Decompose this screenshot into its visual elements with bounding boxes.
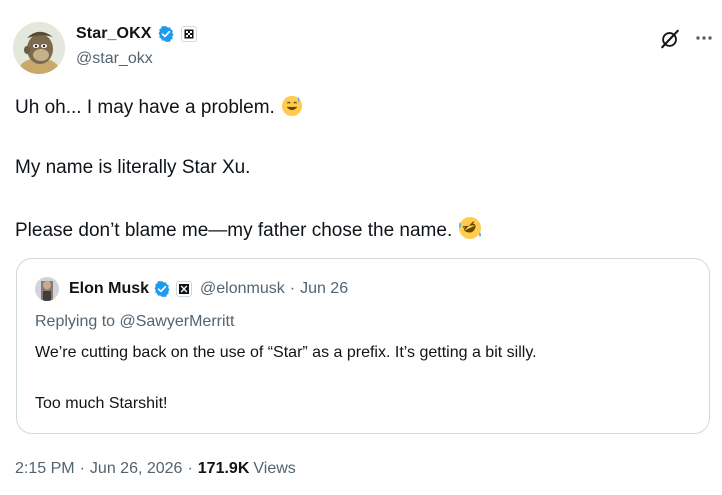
- tweet-text-line: My name is literally Star Xu.: [15, 157, 251, 178]
- grinning-sweat-emoji-icon: [281, 95, 303, 124]
- quoted-text-line: We’re cutting back on the use of “Star” …: [35, 344, 537, 361]
- author-display-name[interactable]: Star_OKX: [76, 25, 152, 43]
- tweet-card: Star_OKX @star_okx Uh oh... I may have a…: [0, 0, 722, 495]
- tweet-text-segment: Please don’t blame me—my father chose th…: [15, 220, 453, 241]
- ape-avatar-icon: [13, 22, 65, 74]
- author-name-row: Star_OKX: [76, 24, 197, 44]
- quoted-author-avatar[interactable]: [35, 277, 59, 301]
- author-avatar[interactable]: [13, 22, 65, 74]
- quoted-tweet[interactable]: Elon Musk @elonmusk · Jun 26 Replying to…: [16, 258, 710, 434]
- separator-dot: ·: [79, 460, 85, 477]
- tweet-text-line: Uh oh... I may have a problem.: [15, 95, 303, 124]
- more-icon[interactable]: [694, 28, 714, 48]
- tweet-text-segment: Uh oh... I may have a problem.: [15, 97, 275, 118]
- grok-icon[interactable]: [659, 28, 681, 50]
- tweet-date[interactable]: Jun 26, 2026: [90, 460, 183, 478]
- rolling-laughing-emoji-icon: [458, 216, 482, 247]
- quoted-header: Elon Musk @elonmusk · Jun 26: [69, 279, 348, 299]
- quoted-date[interactable]: Jun 26: [300, 280, 348, 298]
- quoted-display-name[interactable]: Elon Musk: [69, 280, 149, 298]
- separator-dot: ·: [187, 460, 193, 477]
- x-logo-badge-icon[interactable]: [176, 281, 193, 297]
- person-avatar-icon: [35, 277, 59, 301]
- affiliate-badge-icon[interactable]: [180, 26, 197, 42]
- separator-dot: ·: [289, 280, 296, 297]
- tweet-meta: 2:15 PM · Jun 26, 2026 · 171.9K Views: [15, 460, 296, 478]
- replying-to[interactable]: Replying to @SawyerMerritt: [35, 313, 234, 331]
- verified-badge-icon[interactable]: [153, 280, 171, 298]
- tweet-time[interactable]: 2:15 PM: [15, 460, 75, 478]
- author-handle[interactable]: @star_okx: [76, 50, 153, 68]
- quoted-handle[interactable]: @elonmusk: [200, 280, 285, 298]
- views-count[interactable]: 171.9K: [198, 460, 250, 478]
- tweet-text-line: Please don’t blame me—my father chose th…: [15, 216, 482, 247]
- verified-badge-icon[interactable]: [157, 25, 175, 43]
- quoted-text-line: Too much Starshit!: [35, 395, 168, 412]
- views-label: Views: [253, 460, 296, 477]
